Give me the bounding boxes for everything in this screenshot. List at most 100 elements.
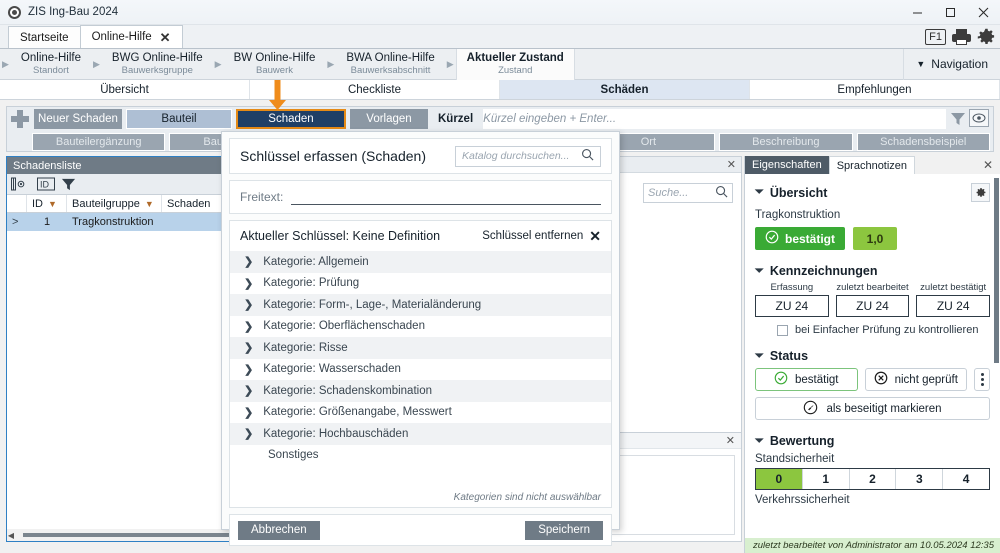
filter-icon[interactable] bbox=[950, 111, 966, 127]
minimize-button[interactable] bbox=[901, 0, 934, 25]
category-item-sonstiges[interactable]: Sonstiges bbox=[230, 445, 611, 467]
checkbox[interactable] bbox=[777, 325, 788, 336]
section-title: Kennzeichnungen bbox=[770, 264, 878, 278]
app-logo-icon bbox=[8, 6, 21, 19]
status-nicht-geprueft-button[interactable]: nicht geprüft bbox=[865, 368, 968, 391]
catalog-search-input[interactable]: Katalog durchsuchen... bbox=[455, 146, 601, 167]
category-item-form-lage-materialaenderung[interactable]: ❯Kategorie: Form-, Lage-, Materialänderu… bbox=[230, 294, 611, 316]
rating-option-2[interactable]: 2 bbox=[850, 469, 897, 489]
bauteil-button[interactable]: Bauteil bbox=[126, 109, 232, 129]
scroll-thumb[interactable] bbox=[994, 178, 999, 363]
search-input[interactable]: Suche... bbox=[643, 183, 733, 203]
category-item-wasserschaden[interactable]: ❯Kategorie: Wasserschaden bbox=[230, 359, 611, 381]
maximize-button[interactable] bbox=[934, 0, 967, 25]
button-label: als beseitigt markieren bbox=[826, 403, 941, 415]
value-box[interactable]: ZU 24 bbox=[836, 295, 910, 317]
column-button-beschreibung[interactable]: Beschreibung bbox=[719, 133, 852, 151]
einfache-pruefung-checkbox-row[interactable]: bei Einfacher Prüfung zu kontrollieren bbox=[755, 324, 990, 336]
value-box[interactable]: ZU 24 bbox=[916, 295, 990, 317]
scroll-thumb[interactable] bbox=[23, 533, 253, 537]
tab-label: Eigenschaften bbox=[752, 159, 822, 171]
columns-settings-icon[interactable] bbox=[11, 177, 33, 192]
breadcrumb-item-bauwerksgruppe[interactable]: BWG Online-Hilfe Bauwerksgruppe bbox=[102, 49, 213, 80]
dialog-freetext-card: Freitext: bbox=[229, 180, 612, 214]
section-tab-checkliste[interactable]: Checkliste bbox=[250, 80, 500, 99]
cancel-button[interactable]: Abbrechen bbox=[238, 521, 320, 540]
dialog-header-card: Schlüssel erfassen (Schaden) Katalog dur… bbox=[229, 138, 612, 174]
close-icon[interactable]: ✕ bbox=[160, 31, 171, 44]
section-bewertung-header[interactable]: ⏷ Bewertung bbox=[755, 434, 990, 448]
tab-sprachnotizen[interactable]: Sprachnotizen bbox=[829, 156, 915, 174]
navigation-button[interactable]: ▼ Navigation bbox=[903, 49, 1000, 80]
search-icon[interactable] bbox=[715, 185, 728, 201]
rating-option-4[interactable]: 4 bbox=[943, 469, 989, 489]
section-tab-label: Empfehlungen bbox=[837, 84, 911, 96]
printer-icon[interactable] bbox=[952, 29, 971, 45]
help-f1-button[interactable]: F1 bbox=[925, 29, 946, 45]
section-tab-empfehlungen[interactable]: Empfehlungen bbox=[750, 80, 1000, 99]
section-kennzeichnungen-header[interactable]: ⏷ Kennzeichnungen bbox=[755, 264, 990, 278]
als-beseitigt-markieren-button[interactable]: als beseitigt markieren bbox=[755, 397, 990, 420]
breadcrumb-item-bauwerk[interactable]: BW Online-Hilfe Bauwerk bbox=[224, 49, 326, 80]
chevron-right-icon: ❯ bbox=[244, 363, 253, 376]
column-button-schadensbeispiel[interactable]: Schadensbeispiel bbox=[857, 133, 990, 151]
rating-option-3[interactable]: 3 bbox=[896, 469, 943, 489]
rating-option-0[interactable]: 0 bbox=[756, 469, 803, 489]
close-icon[interactable]: ✕ bbox=[727, 158, 736, 171]
filter-icon[interactable]: ▼ bbox=[145, 199, 154, 209]
category-item-hochbauschaeden[interactable]: ❯Kategorie: Hochbauschäden bbox=[230, 423, 611, 445]
save-button[interactable]: Speichern bbox=[525, 521, 603, 540]
category-item-schadenskombination[interactable]: ❯Kategorie: Schadenskombination bbox=[230, 380, 611, 402]
grid-col-id[interactable]: ID ▼ bbox=[27, 195, 67, 212]
plus-icon[interactable] bbox=[10, 109, 30, 129]
breadcrumb-item-zustand[interactable]: Aktueller Zustand Zustand bbox=[456, 49, 575, 80]
chevron-down-icon: ⏷ bbox=[755, 435, 764, 448]
row-bauteilgruppe: Tragkonstruktion bbox=[67, 213, 162, 231]
scroll-left-arrow[interactable]: ◀ bbox=[7, 531, 15, 540]
section-uebersicht-header[interactable]: ⏷ Übersicht bbox=[755, 183, 990, 202]
value-box[interactable]: ZU 24 bbox=[755, 295, 829, 317]
breadcrumb-item-bauwerksabschnitt[interactable]: BWA Online-Hilfe Bauwerksabschnitt bbox=[336, 49, 444, 80]
close-icon[interactable]: ✕ bbox=[983, 156, 1000, 174]
status-bestaetigt-button[interactable]: bestätigt bbox=[755, 368, 858, 391]
category-item-groessenangabe-messwert[interactable]: ❯Kategorie: Größenangabe, Messwert bbox=[230, 402, 611, 424]
tab-eigenschaften[interactable]: Eigenschaften bbox=[745, 156, 829, 174]
neuer-schaden-button[interactable]: Neuer Schaden bbox=[34, 109, 122, 129]
eye-icon[interactable] bbox=[969, 109, 989, 127]
tab-online-hilfe[interactable]: Online-Hilfe ✕ bbox=[80, 25, 183, 48]
kebab-menu-icon[interactable] bbox=[974, 368, 990, 391]
column-button-bauteilergaenzung[interactable]: Bauteilergänzung bbox=[32, 133, 165, 151]
kuerzel-input[interactable]: Kürzel eingeben + Enter... bbox=[483, 109, 946, 129]
search-icon[interactable] bbox=[581, 148, 594, 164]
breadcrumb-subtitle: Standort bbox=[33, 65, 69, 77]
tab-startseite[interactable]: Startseite bbox=[8, 26, 81, 48]
chevron-right-icon: ▶ bbox=[325, 59, 336, 70]
category-item-allgemein[interactable]: ❯Kategorie: Allgemein bbox=[230, 251, 611, 273]
filter-icon[interactable] bbox=[61, 177, 76, 192]
chevron-down-icon: ⏷ bbox=[755, 265, 764, 278]
id-icon[interactable]: ID bbox=[37, 177, 57, 192]
freetext-input[interactable] bbox=[291, 190, 601, 205]
breadcrumb-item-standort[interactable]: Online-Hilfe Standort bbox=[11, 49, 91, 80]
status-badge[interactable]: bestätigt bbox=[755, 227, 845, 250]
close-icon[interactable]: ✕ bbox=[726, 434, 735, 447]
category-item-oberflaechenschaden[interactable]: ❯Kategorie: Oberflächenschaden bbox=[230, 316, 611, 338]
gear-icon[interactable] bbox=[977, 28, 996, 47]
category-item-pruefung[interactable]: ❯Kategorie: Prüfung bbox=[230, 273, 611, 295]
gear-icon[interactable] bbox=[971, 183, 990, 202]
grid-col-bauteilgruppe[interactable]: Bauteilgruppe ▼ bbox=[67, 195, 162, 212]
vorlagen-button[interactable]: Vorlagen bbox=[350, 109, 428, 129]
section-status-header[interactable]: ⏷ Status bbox=[755, 349, 990, 363]
section-tab-schaeden[interactable]: Schäden bbox=[500, 80, 750, 99]
remove-key-button[interactable]: Schlüssel entfernen ✕ bbox=[482, 228, 601, 245]
row-expander-icon[interactable]: > bbox=[7, 213, 27, 231]
breadcrumb-subtitle: Bauwerksabschnitt bbox=[351, 65, 431, 77]
rating-option-1[interactable]: 1 bbox=[803, 469, 850, 489]
properties-scrollbar[interactable] bbox=[994, 178, 999, 533]
breadcrumb-title: BW Online-Hilfe bbox=[234, 52, 316, 65]
category-item-risse[interactable]: ❯Kategorie: Risse bbox=[230, 337, 611, 359]
filter-icon[interactable]: ▼ bbox=[48, 199, 57, 209]
schaden-button[interactable]: Schaden bbox=[236, 109, 346, 129]
section-tab-uebersicht[interactable]: Übersicht bbox=[0, 80, 250, 99]
close-button[interactable] bbox=[967, 0, 1000, 25]
